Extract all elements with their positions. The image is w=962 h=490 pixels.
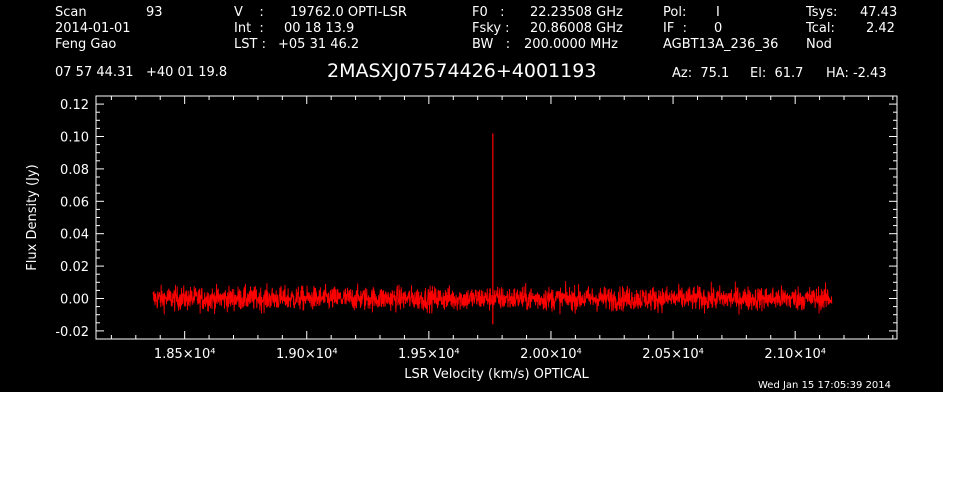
y-tick-label: 0.02 — [60, 260, 89, 275]
y-tick-label: -0.02 — [55, 325, 89, 340]
x-tick-label: 2.10×10⁴ — [764, 347, 826, 362]
y-axis-label: Flux Density (Jy) — [25, 164, 40, 270]
y-tick-label: 0.12 — [60, 98, 89, 113]
x-tick-label: 1.85×10⁴ — [154, 347, 216, 362]
y-tick-label: 0.00 — [60, 293, 89, 308]
x-tick-label: 1.95×10⁴ — [398, 347, 460, 362]
y-tick-label: 0.10 — [60, 131, 89, 146]
y-tick-label: 0.04 — [60, 228, 89, 243]
y-tick-label: 0.08 — [60, 163, 89, 178]
x-tick-label: 2.05×10⁴ — [642, 347, 704, 362]
y-tick-label: 0.06 — [60, 195, 89, 210]
x-tick-label: 1.90×10⁴ — [276, 347, 338, 362]
spectrum-chart: 1.85×10⁴ 1.90×10⁴ 1.95×10⁴ 2.00×10⁴ 2.05×10⁴… — [25, 95, 898, 382]
x-axis-label: LSR Velocity (km/s) OPTICAL — [404, 367, 589, 382]
x-tick-label: 2.00×10⁴ — [520, 347, 582, 362]
